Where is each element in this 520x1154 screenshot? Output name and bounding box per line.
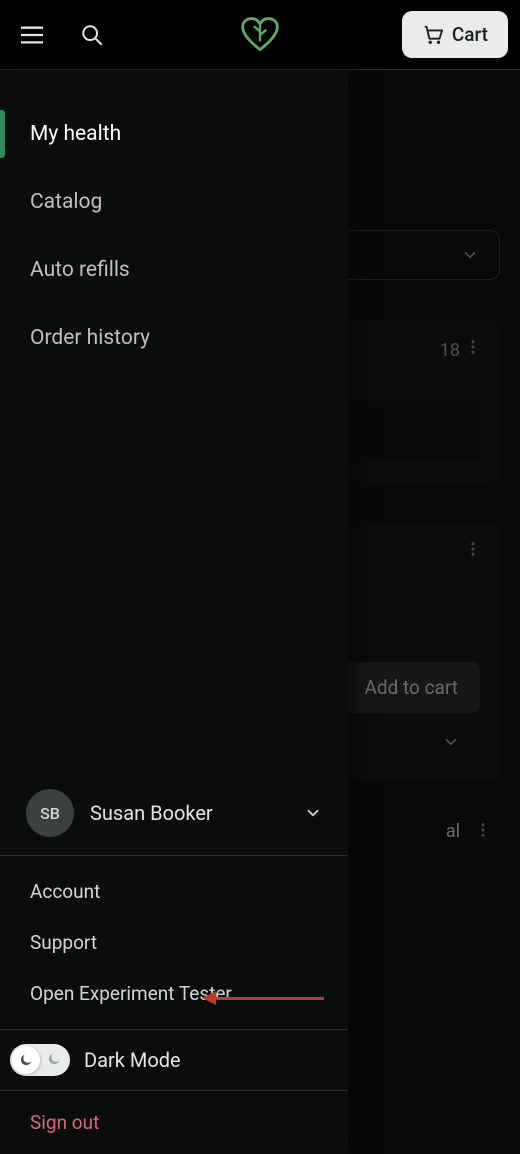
primary-nav: My health Catalog Auto refills Order his… [0, 70, 348, 372]
heart-leaf-icon [239, 16, 281, 54]
avatar: SB [26, 789, 74, 837]
dark-mode-label: Dark Mode [84, 1048, 181, 1072]
sign-out-button[interactable]: Sign out [0, 1091, 348, 1154]
moon-icon [46, 1051, 62, 1071]
cart-button[interactable]: Cart [402, 11, 508, 58]
search-icon [81, 24, 103, 46]
app-header: Cart [0, 0, 520, 70]
chevron-down-icon [304, 804, 322, 822]
moon-icon [18, 1052, 34, 1068]
nav-item-my-health[interactable]: My health [0, 100, 348, 168]
user-name: Susan Booker [90, 801, 288, 825]
cart-icon [422, 24, 444, 46]
annotation-arrow [202, 991, 324, 1005]
toggle-knob [12, 1046, 40, 1074]
search-button[interactable] [72, 15, 112, 55]
brand-logo[interactable] [239, 16, 281, 54]
arrow-head-icon [202, 991, 216, 1005]
arrow-line [216, 997, 324, 1000]
cart-label: Cart [452, 23, 488, 46]
nav-item-order-history[interactable]: Order history [0, 304, 348, 372]
hamburger-icon [21, 26, 43, 44]
menu-button[interactable] [12, 15, 52, 55]
dark-mode-row: Dark Mode [0, 1030, 348, 1091]
nav-item-account[interactable]: Account [0, 866, 348, 917]
user-switcher[interactable]: SB Susan Booker [0, 771, 348, 856]
nav-item-support[interactable]: Support [0, 917, 348, 968]
nav-item-auto-refills[interactable]: Auto refills [0, 236, 348, 304]
nav-item-catalog[interactable]: Catalog [0, 168, 348, 236]
dark-mode-toggle[interactable] [10, 1044, 70, 1076]
